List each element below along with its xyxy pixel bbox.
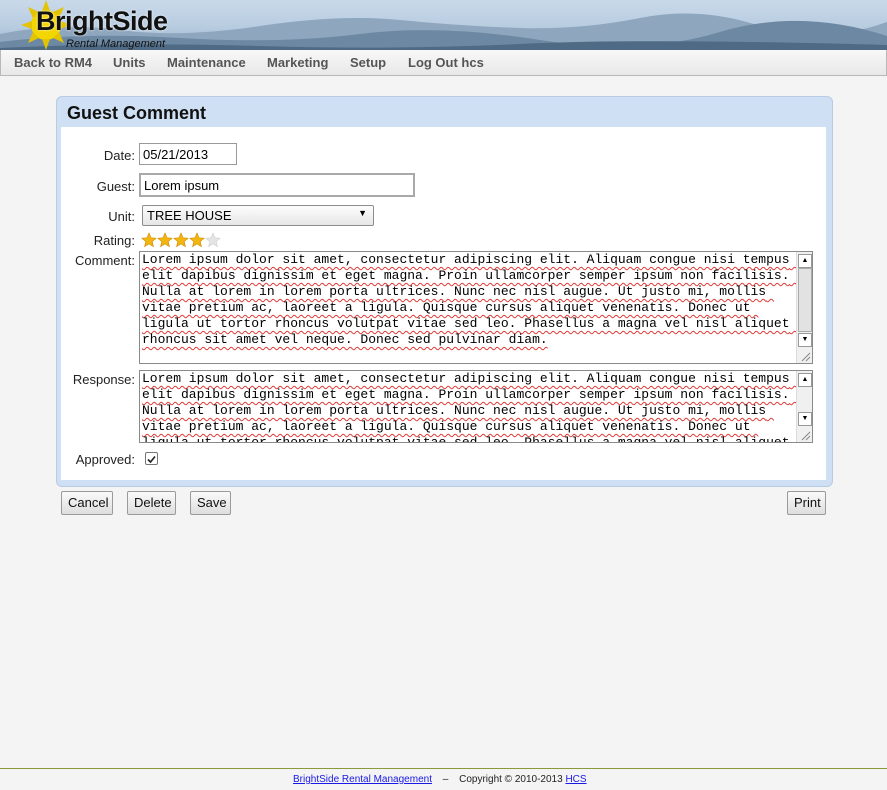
comment-textarea[interactable]: Lorem ipsum dolor sit amet, consectetur … [139,251,813,364]
scroll-down-icon[interactable]: ▼ [798,412,812,426]
footer: BrightSide Rental Management – Copyright… [0,768,887,790]
nav-maintenance[interactable]: Maintenance [167,55,246,70]
page-title: Guest Comment [67,103,207,123]
approved-label: Approved: [75,452,135,467]
nav-logout[interactable]: Log Out hcs [408,55,484,70]
unit-select-value: TREE HOUSE [147,208,232,223]
unit-label: Unit: [108,209,135,224]
save-button[interactable]: Save [190,491,231,515]
nav-units[interactable]: Units [113,55,146,70]
chevron-down-icon: ▼ [358,208,367,218]
print-button[interactable]: Print [787,491,826,515]
footer-separator: – [442,774,449,785]
star-filled-icon[interactable] [141,232,157,248]
rating-stars[interactable] [141,232,223,248]
rating-label: Rating: [93,233,135,248]
star-filled-icon[interactable] [173,232,189,248]
header-banner: BrightSide Rental Management [0,0,887,51]
guest-label: Guest: [96,179,135,194]
unit-select[interactable]: TREE HOUSE ▼ [142,205,374,226]
delete-button[interactable]: Delete [127,491,176,515]
main-nav: Back to RM4 Units Maintenance Marketing … [0,50,887,76]
brand-name: BrightSide [36,6,168,36]
resize-grip-icon[interactable] [801,431,811,441]
date-field[interactable] [139,143,237,165]
nav-marketing[interactable]: Marketing [267,55,328,70]
comment-label: Comment: [75,253,135,268]
star-filled-icon[interactable] [189,232,205,248]
scroll-up-icon[interactable]: ▲ [798,254,812,268]
footer-copyright: Copyright © 2010-2013 [459,774,563,785]
response-text: Lorem ipsum dolor sit amet, consectetur … [142,371,790,443]
response-label: Response: [72,372,135,387]
scroll-thumb[interactable] [798,268,812,332]
checkmark-icon [147,455,156,464]
response-textarea[interactable]: Lorem ipsum dolor sit amet, consectetur … [139,370,813,443]
star-filled-icon[interactable] [157,232,173,248]
resize-grip-icon[interactable] [801,352,811,362]
scroll-down-icon[interactable]: ▼ [798,333,812,347]
guest-field[interactable] [139,173,415,197]
nav-back-to-rm4[interactable]: Back to RM4 [14,55,92,70]
cancel-button[interactable]: Cancel [61,491,113,515]
footer-app-link[interactable]: BrightSide Rental Management [293,774,432,785]
scroll-up-icon[interactable]: ▲ [798,373,812,387]
comment-scrollbar[interactable]: ▲ ▼ [796,252,812,363]
comment-text: Lorem ipsum dolor sit amet, consectetur … [142,252,798,347]
footer-company-link[interactable]: HCS [565,774,586,785]
nav-setup[interactable]: Setup [350,55,386,70]
date-label: Date: [103,148,135,163]
star-empty-icon[interactable] [205,232,221,248]
approved-checkbox[interactable] [145,452,158,465]
brand-tagline: Rental Management [66,38,166,50]
